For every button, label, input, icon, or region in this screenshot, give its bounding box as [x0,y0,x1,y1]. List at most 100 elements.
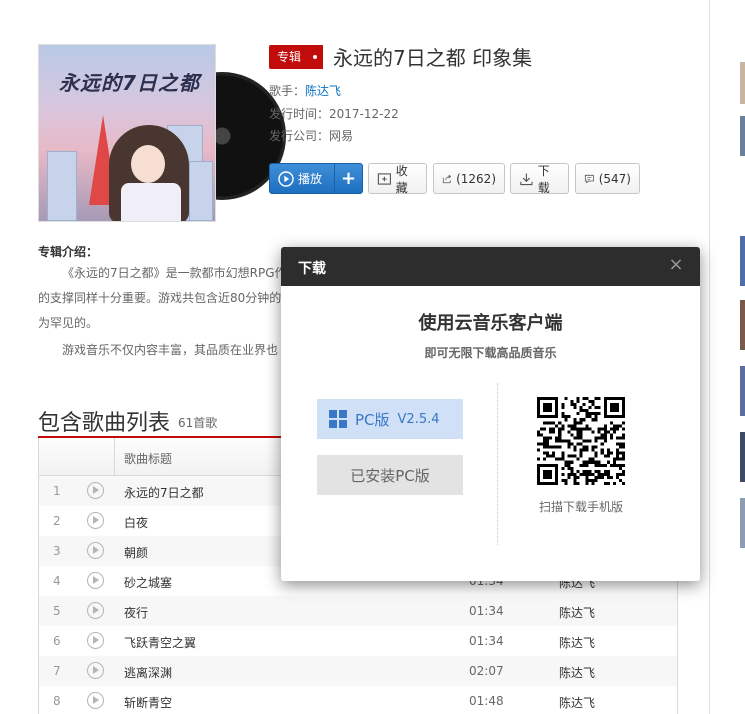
table-row[interactable]: 7 逃离深渊 02:07 陈达飞 [39,656,677,686]
company-label: 发行公司： [269,129,330,143]
intro-text: 《永远的7日之都》是一款都市幻想RPG作 [62,266,287,280]
release-date: 2017-12-22 [329,107,399,121]
comment-icon [584,174,594,184]
pc-version: V2.5.4 [397,411,440,427]
track-title[interactable]: 砂之城塞 [124,574,172,591]
tag-dot [313,55,317,59]
cover-title-logo: 永远的7日之都 [59,71,200,95]
dialog-header: 下载 × [281,247,700,286]
track-title[interactable]: 白夜 [124,514,148,531]
plus-icon: + [340,168,357,189]
intro-heading: 专辑介绍： [38,245,99,259]
sidebar-thumb[interactable] [740,236,745,286]
share-button[interactable]: (1262) [433,163,505,194]
track-duration: 02:07 [469,664,504,678]
intro-text: 的支撑同样十分重要。游戏共包含近80分钟的 [38,291,282,305]
play-circle-icon[interactable] [87,482,104,499]
company-row: 发行公司：网易 [269,127,353,144]
download-dialog: 下载 × 使用云音乐客户端 即可无限下载高品质音乐 PC版 V2.5.4 已安装… [281,247,700,581]
windows-logo-icon [329,410,347,428]
track-artist[interactable]: 陈达飞 [559,664,595,681]
table-row[interactable]: 5 夜行 01:34 陈达飞 [39,596,677,626]
track-number: 2 [53,514,61,528]
download-label: 下载 [537,163,550,195]
download-pc-button[interactable]: PC版 V2.5.4 [317,399,463,439]
album-title: 永远的7日之都 印象集 [333,46,533,70]
sidebar-thumb[interactable] [740,498,745,548]
play-circle-icon[interactable] [87,632,104,649]
play-button[interactable]: 播放 [269,163,335,194]
sidebar-thumb[interactable] [740,366,745,416]
sidebar-thumb[interactable] [740,300,745,350]
track-title[interactable]: 飞跃青空之翼 [124,634,196,651]
comment-button[interactable]: (547) [575,163,640,194]
installed-label: 已安装PC版 [350,466,430,485]
play-circle-icon[interactable] [87,692,104,709]
qr-code [537,397,625,485]
track-title[interactable]: 逃离深渊 [124,664,172,681]
release-row: 发行时间：2017-12-22 [269,105,399,122]
track-title[interactable]: 永远的7日之都 [124,484,204,501]
album-cover: 永远的7日之都 [38,44,286,222]
track-title[interactable]: 夜行 [124,604,148,621]
track-number: 8 [53,694,61,708]
dialog-divider [497,383,498,545]
album-tag-label: 专辑 [277,50,302,64]
column-header-title: 歌曲标题 [124,452,173,466]
track-number: 6 [53,634,61,648]
track-artist[interactable]: 陈达飞 [559,604,595,621]
track-number: 7 [53,664,61,678]
artist-row: 歌手：陈达飞 [269,82,341,99]
download-icon [520,172,533,185]
sidebar-thumb[interactable] [740,62,745,104]
track-duration: 01:34 [469,634,504,648]
table-row[interactable]: 8 斩断青空 01:48 陈达飞 [39,686,677,714]
installed-pc-button[interactable]: 已安装PC版 [317,455,463,495]
sidebar-thumb[interactable] [740,116,745,156]
song-list-title: 包含歌曲列表 [38,411,171,436]
play-label: 播放 [298,172,323,186]
play-circle-icon[interactable] [87,542,104,559]
qr-caption: 扫描下载手机版 [538,500,623,514]
right-sidebar [709,0,745,714]
dialog-heading: 使用云音乐客户端 [418,313,563,334]
dialog-subheading: 即可无限下载高品质音乐 [424,346,557,360]
intro-text: 游戏音乐不仅内容丰富，其品质在业界也 [62,343,279,357]
track-artist[interactable]: 陈达飞 [559,694,595,711]
artist-link[interactable]: 陈达飞 [305,84,341,98]
download-button[interactable]: 下载 [510,163,569,195]
close-icon[interactable]: × [668,256,684,274]
share-count: (1262) [456,171,496,186]
track-title[interactable]: 斩断青空 [124,694,172,711]
play-circle-icon[interactable] [87,662,104,679]
favorite-button[interactable]: 收藏 [368,163,427,195]
play-circle-icon[interactable] [87,572,104,589]
pc-label: PC版 [355,410,390,429]
song-count: 61首歌 [178,416,218,430]
track-number: 1 [53,484,61,498]
artist-label: 歌手： [269,84,306,98]
play-circle-icon [278,170,294,187]
play-circle-icon[interactable] [87,512,104,529]
folder-plus-icon [377,172,391,185]
favorite-label: 收藏 [395,163,408,195]
track-duration: 01:48 [469,694,504,708]
track-duration: 01:34 [469,604,504,618]
column-divider [114,438,115,476]
cover-character-dress [121,183,181,221]
track-number: 4 [53,574,61,588]
sidebar-thumb[interactable] [740,432,745,482]
company-name: 网易 [329,129,354,143]
album-tag: 专辑 [269,45,323,69]
cover-building [47,151,77,221]
track-title[interactable]: 朝颜 [124,544,148,561]
release-label: 发行时间： [269,107,330,121]
track-number: 5 [53,604,61,618]
track-artist[interactable]: 陈达飞 [559,634,595,651]
table-row[interactable]: 6 飞跃青空之翼 01:34 陈达飞 [39,626,677,656]
play-circle-icon[interactable] [87,602,104,619]
dialog-title: 下载 [298,261,326,277]
cover-building [189,161,213,221]
comment-count: (547) [598,171,631,186]
add-to-playlist-button[interactable]: + [334,163,363,194]
